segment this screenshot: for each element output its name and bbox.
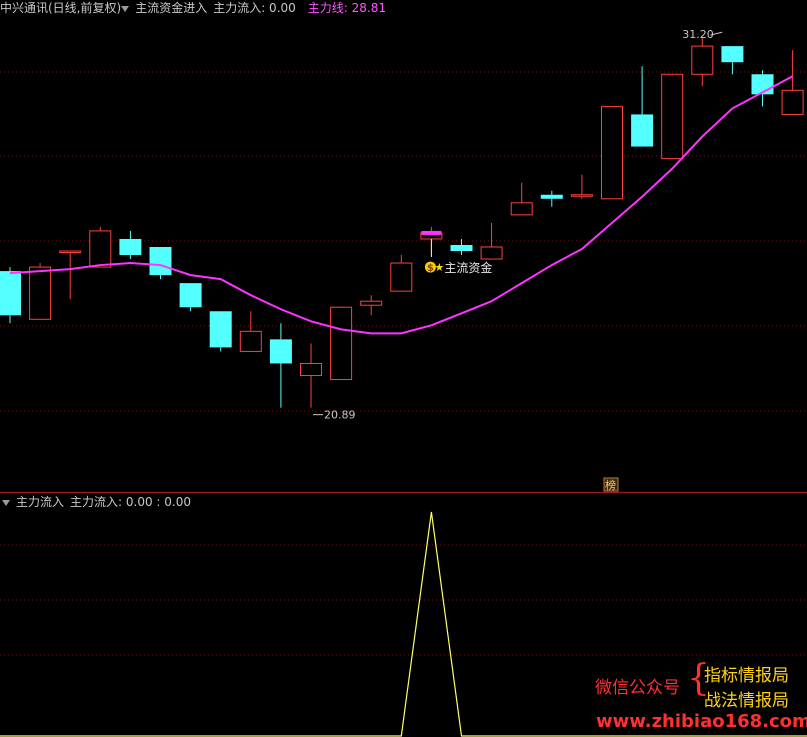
candle[interactable] xyxy=(239,311,262,352)
main-panel-header: 中兴通讯(日线,前复权) 主流资金进入 主力流入: 0.00 主力线: 28.81 xyxy=(0,1,392,15)
indicator-name[interactable]: 主流资金进入 xyxy=(135,1,207,15)
candle-body xyxy=(510,202,533,216)
candle[interactable] xyxy=(269,323,292,408)
candle-body xyxy=(631,114,654,147)
sub-flow-value: 主力流入: 0.00 : 0.00 xyxy=(70,495,191,509)
candle-body xyxy=(0,271,21,316)
candle[interactable] xyxy=(721,46,744,75)
candle-body xyxy=(360,300,383,306)
inflow-polyline xyxy=(0,511,807,737)
star-icon: ★ xyxy=(434,261,444,274)
sub-panel-grid xyxy=(0,544,807,656)
low-price-label: 20.89 xyxy=(324,409,356,422)
candle[interactable] xyxy=(89,226,112,268)
candle[interactable] xyxy=(59,250,82,300)
candle[interactable] xyxy=(631,66,654,147)
candle[interactable] xyxy=(390,255,413,292)
sub-panel-header: 主力流入 主力流入: 0.00 : 0.00 xyxy=(0,495,197,509)
chevron-down-icon[interactable] xyxy=(121,5,130,12)
candle-body xyxy=(450,244,473,251)
wechat-label: 微信公众号 xyxy=(595,678,680,698)
candle-body xyxy=(300,362,322,377)
signal-bar xyxy=(421,230,442,235)
candlestick-series[interactable] xyxy=(0,38,804,408)
candle[interactable] xyxy=(300,343,322,408)
candle-body xyxy=(691,45,714,75)
candle-body xyxy=(330,306,353,381)
stock-title: 中兴通讯(日线,前复权) xyxy=(0,1,122,15)
candle-body xyxy=(269,339,292,364)
watermark-url: www.zhibiao168.com xyxy=(596,711,807,732)
candle[interactable] xyxy=(179,283,202,312)
candle[interactable] xyxy=(149,246,172,280)
main-line-value: 主力线: 28.81 xyxy=(307,1,386,15)
candle[interactable] xyxy=(510,182,533,216)
candle[interactable] xyxy=(360,295,383,316)
candle[interactable] xyxy=(119,230,142,260)
candle-body xyxy=(59,250,82,253)
watermark-line2: 战法情报局 xyxy=(704,691,789,711)
price-annotations: 31.20 20.89 $ ★ 主流资金榜 xyxy=(313,28,723,492)
candle[interactable] xyxy=(330,306,353,381)
candle-body xyxy=(781,89,804,115)
candle-body xyxy=(119,238,142,256)
candle-body xyxy=(89,230,112,268)
candle-body xyxy=(29,266,52,320)
candle[interactable] xyxy=(661,73,684,160)
candle[interactable] xyxy=(781,50,804,115)
inflow-line-series xyxy=(0,511,807,737)
high-price-label: 31.20 xyxy=(682,28,714,41)
sub-indicator-name[interactable]: 主力流入 xyxy=(16,495,64,509)
chevron-down-icon[interactable] xyxy=(2,499,10,506)
candle[interactable] xyxy=(540,190,563,207)
candle-body xyxy=(601,105,623,200)
candle-body xyxy=(570,194,593,197)
candle-body xyxy=(480,246,503,260)
signal-label: 主流资金 xyxy=(444,260,492,275)
candle[interactable] xyxy=(209,311,232,352)
candle-body xyxy=(239,330,262,352)
candle-body xyxy=(390,262,413,292)
candle-body xyxy=(721,46,744,63)
flow-value: 主力流入: 0.00 xyxy=(213,1,296,15)
watermark-line1: 指标情报局 xyxy=(704,666,789,686)
stock-chart[interactable]: 31.20 20.89 $ ★ 主流资金榜 xyxy=(0,0,807,737)
candle-body xyxy=(149,246,172,276)
candle-body xyxy=(179,283,202,308)
badge-label: 榜 xyxy=(605,478,616,492)
candle[interactable] xyxy=(691,38,714,87)
candle-body xyxy=(209,311,232,348)
candle[interactable] xyxy=(450,238,473,256)
coin-glyph: $ xyxy=(427,263,434,274)
candle[interactable] xyxy=(0,267,21,324)
candle-body xyxy=(540,194,563,199)
candle[interactable] xyxy=(570,174,593,199)
candle-body xyxy=(661,73,684,160)
candle[interactable] xyxy=(601,105,623,200)
